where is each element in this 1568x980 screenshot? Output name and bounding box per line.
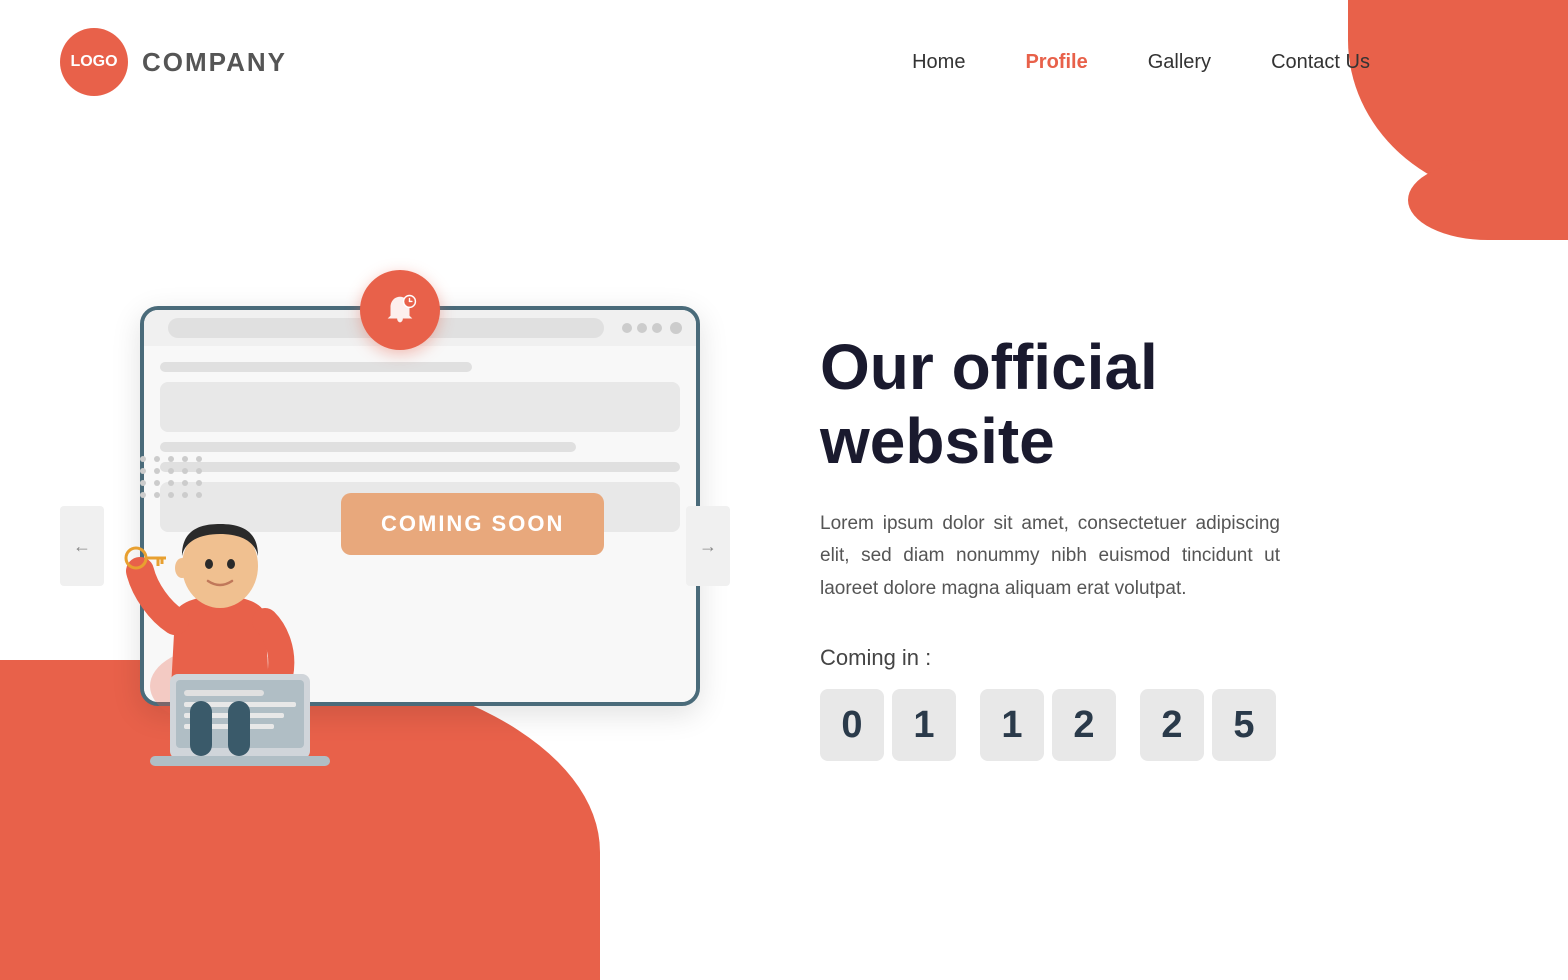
countdown-digit-3: 2 [1052,689,1116,761]
coming-in-label: Coming in : [820,645,1428,671]
illustration-area: ← [60,256,740,836]
content-area: Our official website Lorem ipsum dolor s… [740,331,1508,761]
nav-profile[interactable]: Profile [1025,51,1087,74]
nav-gallery[interactable]: Gallery [1148,51,1211,74]
browser-dot-1 [622,323,632,333]
browser-dot-2 [637,323,647,333]
person-illustration [90,436,350,776]
slider-arrow-right[interactable]: → [686,506,730,586]
logo-icon: LOGO [60,28,128,96]
hamburger-menu[interactable] [1460,38,1508,86]
browser-block-1 [160,382,680,432]
main-heading: Our official website [820,331,1428,478]
countdown-digit-2: 1 [980,689,1044,761]
countdown-digit-0: 0 [820,689,884,761]
coming-soon-badge: COMING SOON [341,493,604,555]
countdown-digit-1: 1 [892,689,956,761]
slider-arrow-left[interactable]: ← [60,506,104,586]
nav-contact[interactable]: Contact Us [1271,51,1370,74]
browser-line-1 [160,362,472,372]
browser-close [670,322,682,334]
nav-home[interactable]: Home [912,51,965,74]
description-text: Lorem ipsum dolor sit amet, consectetuer… [820,508,1280,605]
main-content: ← [0,96,1568,956]
countdown-digit-4: 2 [1140,689,1204,761]
logo-area: LOGO COMPANY [60,28,287,96]
header: LOGO COMPANY Home Profile Gallery Contac… [0,0,1568,96]
main-nav: Home Profile Gallery Contact Us [912,38,1508,86]
countdown-digit-5: 5 [1212,689,1276,761]
company-name: COMPANY [142,47,287,78]
countdown-timer: 0 1 1 2 2 5 [820,689,1428,761]
browser-dot-3 [652,323,662,333]
notification-badge [360,270,440,350]
browser-dots [622,323,662,333]
